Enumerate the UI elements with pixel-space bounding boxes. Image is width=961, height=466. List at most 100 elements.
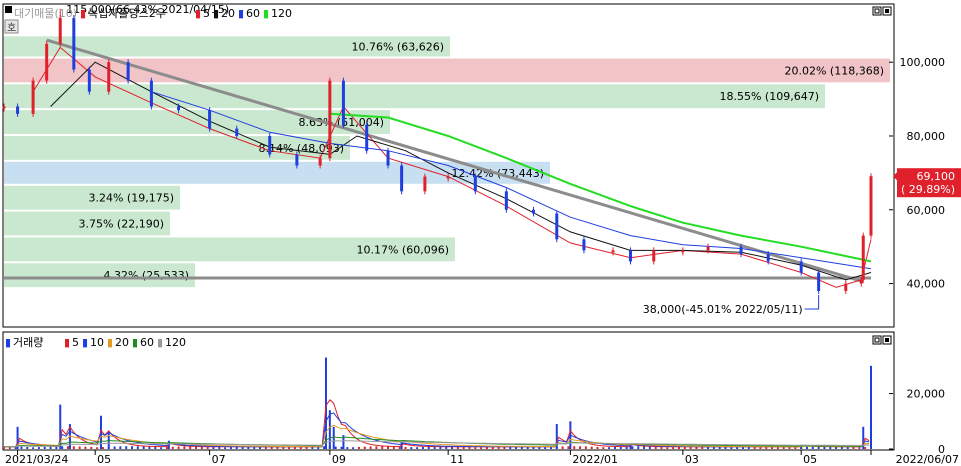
volume-spike-bar xyxy=(870,365,872,449)
x-tick-label: 03 xyxy=(685,453,699,466)
volume-bar xyxy=(561,446,564,449)
volume-bar xyxy=(474,447,477,449)
volume-bar xyxy=(538,447,541,449)
candle xyxy=(400,165,404,192)
volume-spike-bar xyxy=(332,426,335,449)
x-tick-label: 11 xyxy=(450,453,464,466)
band-label: 10.17% (60,096) xyxy=(356,243,449,256)
volume-bar xyxy=(590,446,593,449)
svg-text:호: 호 xyxy=(7,22,16,34)
x-tick-label: 2022/01 xyxy=(572,453,618,466)
volume-bar xyxy=(282,447,285,449)
volume-panel-close-icon[interactable] xyxy=(882,335,892,345)
volume-bar xyxy=(672,447,675,449)
volume-bar xyxy=(736,447,739,449)
volume-bar xyxy=(794,447,797,449)
candle xyxy=(16,106,20,114)
candle xyxy=(628,250,632,262)
candle xyxy=(844,283,848,291)
candle xyxy=(126,62,130,81)
price-panel-settings-icon[interactable]: 호 xyxy=(4,19,19,34)
volume-bar xyxy=(608,447,611,449)
volume-bar xyxy=(101,447,104,449)
volume-bar xyxy=(381,446,384,449)
legend-vol-ma-5: 5 xyxy=(72,336,79,349)
volume-bar xyxy=(567,446,570,449)
candle xyxy=(532,209,536,214)
candle xyxy=(268,135,272,155)
volume-panel-restore-icon[interactable] xyxy=(872,335,882,345)
candle xyxy=(235,128,239,136)
candle xyxy=(72,17,76,70)
price-panel-close-icon[interactable] xyxy=(882,6,892,16)
band-label: 20.02% (118,368) xyxy=(784,64,884,77)
volume-bar xyxy=(218,447,221,449)
legend-vol-ma-60: 60 xyxy=(140,336,154,349)
volume-bar xyxy=(852,447,855,449)
current-price-tag: 69,100 ( 29.89%) xyxy=(893,168,961,198)
legend-ma-60: 60 xyxy=(246,7,260,20)
volume-bar xyxy=(613,446,616,449)
volume-bar xyxy=(61,446,64,449)
legend-instrument: 녹십자홀딩스2우 xyxy=(88,7,166,20)
volume-bar xyxy=(154,447,157,449)
candle xyxy=(446,176,450,179)
volume-bar xyxy=(811,446,814,449)
candle xyxy=(861,235,865,280)
volume-bar xyxy=(165,447,168,449)
volume-bar xyxy=(357,446,360,449)
band-label: 3.75% (22,190) xyxy=(78,218,164,231)
volume-bar xyxy=(579,446,582,449)
volume-bar xyxy=(67,446,70,449)
y-tick-label: 40,000 xyxy=(907,278,946,291)
volume-bar xyxy=(666,447,669,449)
candle xyxy=(386,150,390,166)
svg-text:▮: ▮ xyxy=(64,336,70,349)
volume-panel-frame xyxy=(2,331,895,451)
legend-ma-120: 120 xyxy=(271,7,292,20)
candle xyxy=(365,124,369,151)
volume-bar xyxy=(544,447,547,449)
svg-text:▮: ▮ xyxy=(107,336,113,349)
y-tick-label: 100,000 xyxy=(900,56,946,69)
candle xyxy=(45,43,49,81)
candle xyxy=(149,80,153,107)
candle xyxy=(652,250,656,262)
candle xyxy=(706,246,710,251)
volume-bar xyxy=(224,447,227,449)
volume-bar xyxy=(637,446,640,449)
stock-chart: 10.76% (63,626) 20.02% (118,368) 18.55% (1… xyxy=(2,3,961,466)
volume-bar xyxy=(288,447,291,449)
candle xyxy=(504,191,508,210)
candle xyxy=(341,80,345,125)
x-tick-label: 05 xyxy=(97,453,111,466)
volume-bar xyxy=(480,447,483,449)
candle xyxy=(58,17,62,44)
volume-bar xyxy=(421,446,424,449)
low-annotation: 38,000(-45.01% 2022/05/11) xyxy=(643,303,803,316)
candle xyxy=(107,62,111,92)
legend-vol-ma-120: 120 xyxy=(165,336,186,349)
candle xyxy=(766,254,770,262)
volume-bar xyxy=(730,447,733,449)
volume-bar xyxy=(96,447,99,449)
legend-mark-icon xyxy=(5,6,12,13)
volume-bar xyxy=(72,446,75,449)
x-tick-label: 05 xyxy=(803,453,817,466)
volume-y-axis: 020,000 xyxy=(889,388,945,456)
svg-text:▮: ▮ xyxy=(238,7,244,20)
price-panel-restore-icon[interactable] xyxy=(872,6,882,16)
candle xyxy=(87,69,91,92)
candle xyxy=(328,80,332,159)
volume-bar xyxy=(113,446,116,449)
volume-bar xyxy=(32,447,35,449)
legend-volume-profile: 대기매물(10) xyxy=(14,7,77,20)
svg-text:▮: ▮ xyxy=(132,336,138,349)
svg-text:▮: ▮ xyxy=(82,336,88,349)
date-x-axis: 2021/03/24 05 07 09 11 2022/01 03 05 2022/06/07 xyxy=(5,450,959,466)
legend-ma-20: 20 xyxy=(221,7,235,20)
volume-bar xyxy=(346,447,349,449)
svg-text:▮: ▮ xyxy=(5,336,11,349)
svg-text:▮: ▮ xyxy=(263,7,269,20)
volume-legend: ▮ 거래량 ▮ 5 ▮ 10 ▮ 20 ▮ 60 ▮ 120 xyxy=(5,336,186,349)
